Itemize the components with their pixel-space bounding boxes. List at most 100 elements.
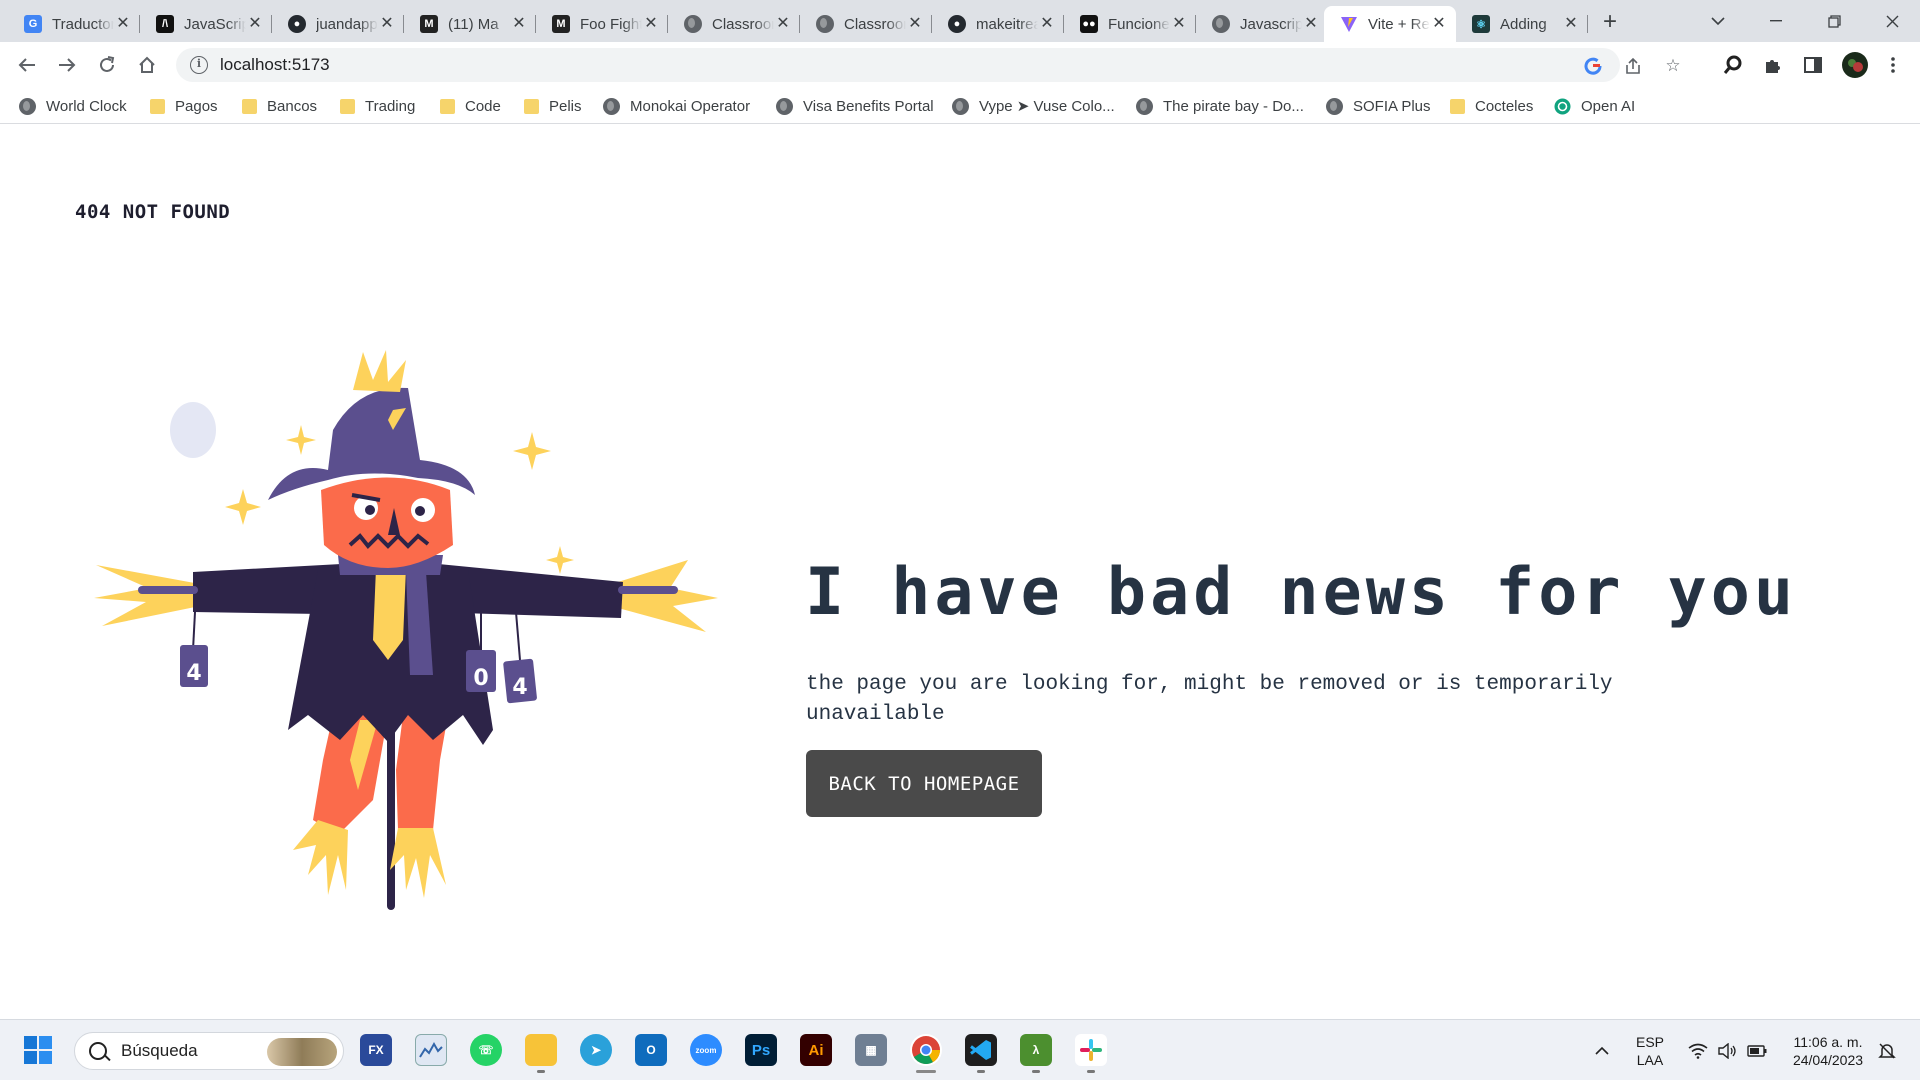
show-hidden-icons-button[interactable] (1590, 1020, 1614, 1081)
close-icon[interactable]: ✕ (246, 15, 264, 33)
bookmark-label: Pagos (175, 97, 218, 115)
tab[interactable]: ●● Funciones ✕ (1064, 6, 1196, 42)
input-language-indicator[interactable]: ESP LAA (1628, 1020, 1672, 1081)
clock[interactable]: 11:06 a. m. 24/04/2023 (1780, 1020, 1876, 1081)
tab[interactable]: Classroom ✕ (668, 6, 800, 42)
profile-avatar[interactable] (1842, 52, 1868, 78)
globe-icon (684, 15, 702, 33)
close-icon[interactable]: ✕ (1302, 15, 1320, 33)
new-tab-button[interactable]: + (1596, 9, 1624, 37)
calculator-icon[interactable]: ▦ (855, 1034, 887, 1066)
bookmark-label: Open AI (1581, 97, 1636, 115)
whatsapp-icon[interactable]: ☏ (470, 1034, 502, 1066)
tab[interactable]: ⚛ Adding ✕ (1456, 6, 1588, 42)
home-button[interactable] (132, 50, 162, 80)
close-icon[interactable]: ✕ (642, 15, 660, 33)
restore-icon (1827, 14, 1841, 28)
photoshop-icon[interactable]: Ps (745, 1034, 777, 1066)
back-to-homepage-button[interactable]: BACK TO HOMEPAGE (806, 750, 1042, 817)
vscode-icon[interactable] (965, 1034, 997, 1073)
site-info-icon[interactable]: i (190, 56, 208, 74)
bookmark-folder-code[interactable]: Code (440, 95, 501, 117)
close-icon[interactable]: ✕ (510, 15, 528, 33)
lambda-app-icon[interactable]: λ (1020, 1034, 1052, 1073)
outlook-icon[interactable]: O (635, 1034, 667, 1066)
close-icon[interactable]: ✕ (1562, 15, 1580, 33)
star-icon[interactable]: ☆ (1662, 55, 1684, 77)
bookmark-label: Trading (365, 97, 416, 115)
tab[interactable]: /\ JavaScript ✕ (140, 6, 272, 42)
folder-icon (340, 98, 355, 114)
bookmark-world-clock[interactable]: World Clock (19, 95, 127, 117)
wifi-icon[interactable] (1684, 1020, 1712, 1081)
close-icon[interactable]: ✕ (114, 15, 132, 33)
fx-choice-icon[interactable]: FX (360, 1034, 392, 1066)
bookmark-folder-pelis[interactable]: Pelis (524, 95, 582, 117)
tab[interactable]: Javascript ✕ (1196, 6, 1328, 42)
bookmark-sofia-plus[interactable]: SOFIA Plus (1326, 95, 1431, 117)
close-icon[interactable]: ✕ (1170, 15, 1188, 33)
tab[interactable]: M Foo Fighters ✕ (536, 6, 668, 42)
globe-icon (1136, 97, 1153, 115)
folder-icon (1450, 98, 1465, 114)
telegram-icon[interactable]: ➤ (580, 1034, 612, 1066)
tab[interactable]: G Traductor ✕ (8, 6, 140, 42)
share-icon[interactable] (1622, 55, 1644, 77)
medium-icon: M (552, 15, 570, 33)
close-icon[interactable]: ✕ (774, 15, 792, 33)
bookmark-vype-vuse[interactable]: Vype ➤ Vuse Colo... (952, 95, 1115, 117)
bookmark-visa-benefits[interactable]: Visa Benefits Portal (776, 95, 934, 117)
close-icon[interactable]: ✕ (1430, 15, 1448, 33)
close-icon[interactable]: ✕ (378, 15, 396, 33)
bookmark-label: Code (465, 97, 501, 115)
google-icon[interactable] (1582, 55, 1604, 77)
react-icon: ⚛ (1472, 15, 1490, 33)
zoom-icon[interactable]: zoom (690, 1034, 722, 1066)
globe-icon (1212, 15, 1230, 33)
menu-icon[interactable] (1882, 54, 1904, 76)
taskbar: Búsqueda FX ☏ ➤ O zoom Ps Ai ▦ λ ESP LAA … (0, 1019, 1920, 1080)
bookmark-folder-pagos[interactable]: Pagos (150, 95, 218, 117)
bookmark-folder-trading[interactable]: Trading (340, 95, 415, 117)
close-icon[interactable]: ✕ (1038, 15, 1056, 33)
close-icon[interactable]: ✕ (906, 15, 924, 33)
bookmark-open-ai[interactable]: Open AI (1554, 95, 1635, 117)
extensions-icon[interactable] (1762, 54, 1784, 76)
tab[interactable]: M (11) Ma ✕ (404, 6, 536, 42)
tab-search-button[interactable] (1690, 0, 1746, 42)
reload-button[interactable] (92, 50, 122, 80)
taskbar-search[interactable]: Búsqueda (74, 1032, 344, 1070)
bookmark-folder-bancos[interactable]: Bancos (242, 95, 317, 117)
slack-icon[interactable] (1075, 1034, 1107, 1073)
tab-title: Adding (1500, 15, 1547, 33)
side-panel-icon[interactable] (1802, 54, 1824, 76)
bookmark-label: Monokai Operator (630, 97, 751, 115)
notifications-icon[interactable] (1874, 1020, 1900, 1081)
file-explorer-icon[interactable] (525, 1034, 557, 1073)
back-button[interactable] (12, 50, 42, 80)
search-icon (89, 1042, 107, 1060)
address-bar[interactable]: i localhost:5173 ☆ (176, 48, 1681, 82)
stock-monitor-icon[interactable] (415, 1034, 447, 1066)
tab[interactable]: ● makeitreal ✕ (932, 6, 1064, 42)
url-text[interactable]: localhost:5173 (220, 55, 330, 75)
forward-button[interactable] (52, 50, 82, 80)
folder-icon (242, 98, 257, 114)
tab[interactable]: ● juandapp ✕ (272, 6, 404, 42)
can-label: 4 (186, 661, 201, 686)
close-window-button[interactable] (1864, 0, 1920, 42)
windows-start-button[interactable] (22, 1034, 54, 1066)
battery-icon[interactable] (1744, 1020, 1770, 1081)
minimize-button[interactable] (1748, 0, 1804, 42)
tab[interactable]: Classroom ✕ (800, 6, 932, 42)
illustrator-icon[interactable]: Ai (800, 1034, 832, 1066)
chrome-icon[interactable] (910, 1034, 942, 1073)
bookmark-label: Visa Benefits Portal (803, 97, 934, 115)
tab-active[interactable]: Vite + React ✕ (1324, 6, 1456, 42)
bookmark-monokai-operator[interactable]: Monokai Operator (603, 95, 750, 117)
lens-extension-icon[interactable] (1722, 54, 1744, 76)
volume-icon[interactable] (1714, 1020, 1740, 1081)
bookmark-folder-cocteles[interactable]: Cocteles (1450, 95, 1533, 117)
restore-button[interactable] (1806, 0, 1862, 42)
bookmark-pirate-bay[interactable]: The pirate bay - Do... (1136, 95, 1304, 117)
